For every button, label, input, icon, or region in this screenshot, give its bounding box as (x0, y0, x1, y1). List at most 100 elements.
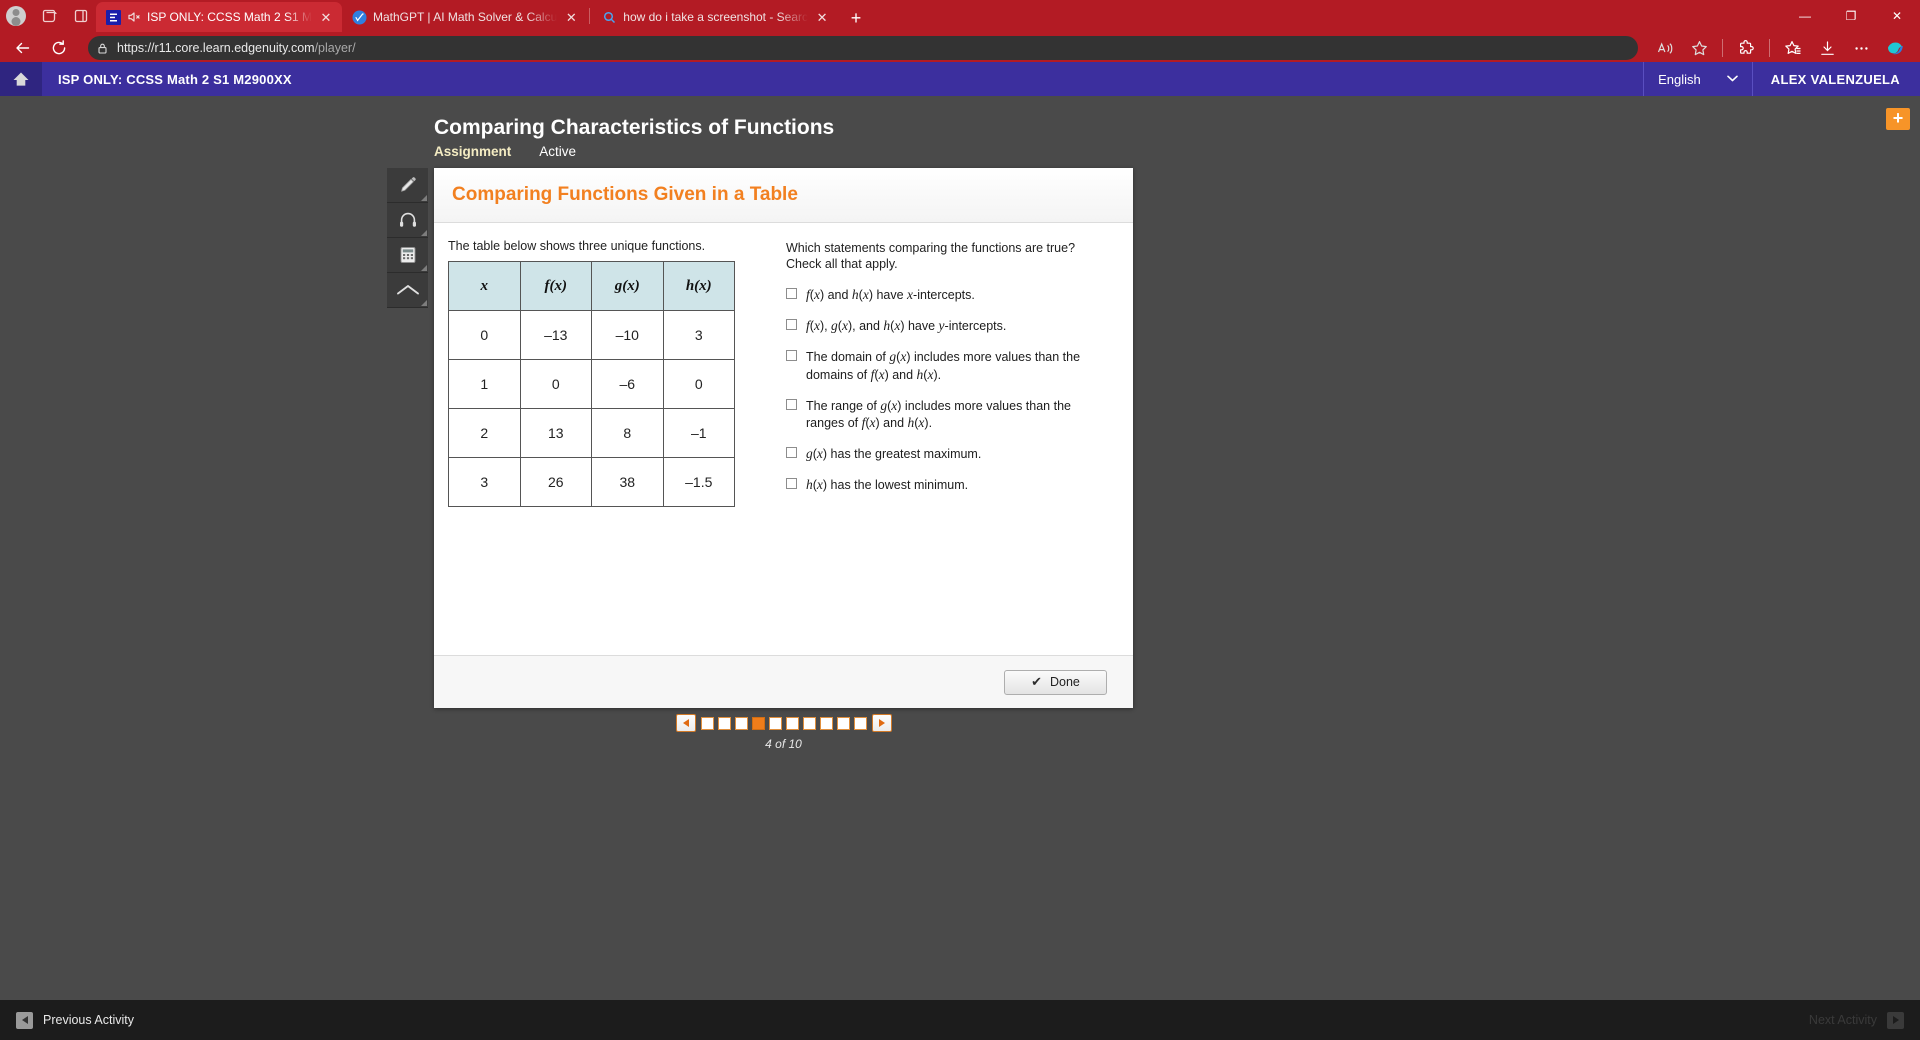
table-row: 2 13 8 –1 (448, 408, 735, 458)
reload-icon[interactable] (46, 35, 72, 61)
table-cell-r0c1: –13 (519, 310, 592, 360)
profile-avatar-icon[interactable] (6, 6, 26, 26)
new-tab-button[interactable]: + (842, 4, 870, 32)
arrow-left-icon (16, 1011, 33, 1029)
done-label: Done (1050, 675, 1080, 689)
tab-close-icon[interactable]: ✕ (318, 11, 334, 24)
split-screen-icon[interactable] (72, 7, 90, 25)
settings-more-icon[interactable] (1850, 37, 1872, 59)
maximize-button[interactable]: ❐ (1828, 0, 1874, 32)
pagination-prev-button[interactable] (675, 714, 696, 732)
pagination-step-3[interactable] (734, 716, 748, 730)
tab-title: how do i take a screenshot - Searc (623, 10, 809, 24)
table-cell-r1c3: 0 (662, 359, 735, 409)
headphones-icon[interactable] (387, 203, 428, 238)
search-icon (602, 10, 617, 25)
checkbox-icon[interactable] (786, 349, 797, 361)
tool-rail (387, 168, 428, 308)
option-label: The range of g(x) includes more values t… (806, 397, 1071, 431)
browser-tab-3[interactable]: how do i take a screenshot - Searc ✕ (592, 2, 838, 32)
language-selector[interactable]: English (1643, 62, 1753, 96)
collections-icon[interactable] (1782, 37, 1804, 59)
checkbox-icon[interactable] (786, 318, 797, 330)
collapse-up-icon[interactable] (387, 273, 428, 308)
question-text: Which statements comparing the functions… (786, 241, 1076, 271)
home-icon[interactable] (0, 62, 42, 96)
table-column: The table below shows three unique funct… (448, 239, 748, 655)
pagination-step-7[interactable] (802, 716, 816, 730)
header-right: English ALEX VALENZUELA (1643, 62, 1920, 96)
option-row-3[interactable]: The range of g(x) includes more values t… (786, 397, 1106, 433)
browser-tab-1[interactable]: ISP ONLY: CCSS Math 2 S1 M ✕ (96, 2, 342, 32)
checkbox-icon[interactable] (786, 288, 797, 299)
pagination-step-1[interactable] (700, 716, 714, 730)
pagination-step-6[interactable] (785, 716, 799, 730)
table-row: 0 –13 –10 3 (448, 310, 735, 360)
pagination-dots (700, 716, 867, 730)
card-header: Comparing Functions Given in a Table (434, 168, 1133, 223)
tab-mute-icon[interactable] (127, 10, 141, 24)
minimize-button[interactable]: — (1782, 0, 1828, 32)
workspaces-icon[interactable] (40, 7, 58, 25)
copilot-icon[interactable] (1884, 37, 1906, 59)
pencil-icon[interactable] (387, 168, 428, 203)
option-row-5[interactable]: h(x) has the lowest minimum. (786, 476, 1106, 494)
pagination-next-button[interactable] (871, 714, 892, 732)
card-heading: Comparing Functions Given in a Table (452, 184, 798, 205)
favorite-star-icon[interactable] (1688, 37, 1710, 59)
read-aloud-icon[interactable] (1654, 37, 1676, 59)
table-cell-r0c0: 0 (448, 310, 521, 360)
address-bar: https://r11.core.learn.edgenuity.com/pla… (0, 32, 1920, 64)
card-footer: ✔ Done (434, 655, 1133, 708)
option-row-4[interactable]: g(x) has the greatest maximum. (786, 445, 1106, 463)
option-row-2[interactable]: The domain of g(x) includes more values … (786, 348, 1106, 384)
browser-tab-2[interactable]: MathGPT | AI Math Solver & Calcu ✕ (342, 2, 587, 32)
pagination (434, 714, 1133, 732)
chevron-right-icon (878, 719, 885, 727)
lesson-subheader: Assignment Active (434, 144, 576, 159)
pagination-step-9[interactable] (836, 716, 850, 730)
intro-text: The table below shows three unique funct… (448, 239, 706, 253)
tab-close-icon[interactable]: ✕ (814, 11, 830, 24)
pagination-step-2[interactable] (717, 716, 731, 730)
pagination-step-10[interactable] (853, 716, 867, 730)
check-icon: ✔ (1031, 674, 1042, 689)
card-body: The table below shows three unique funct… (434, 223, 1133, 655)
page-title: Comparing Characteristics of Functions (434, 116, 835, 139)
edgenuity-icon (106, 9, 121, 25)
back-icon[interactable] (10, 35, 36, 61)
add-icon[interactable]: + (1886, 108, 1910, 130)
table-row: 1 0 –6 0 (448, 359, 735, 409)
extensions-icon[interactable] (1735, 37, 1757, 59)
assignment-label[interactable]: Assignment (434, 144, 511, 159)
user-name[interactable]: ALEX VALENZUELA (1753, 72, 1920, 87)
next-activity-label: Next Activity (1808, 1013, 1877, 1027)
lock-icon (96, 42, 109, 55)
option-row-0[interactable]: f(x) and h(x) have x-intercepts. (786, 286, 1106, 304)
checkbox-icon[interactable] (786, 478, 797, 490)
table-header-cell-2: g(x) (591, 261, 664, 311)
tab-divider (589, 8, 591, 24)
previous-activity-button[interactable]: Previous Activity (0, 1011, 150, 1029)
checkbox-icon[interactable] (786, 447, 797, 459)
tab-title: ISP ONLY: CCSS Math 2 S1 M (147, 10, 312, 24)
table-cell-r0c2: –10 (591, 310, 664, 360)
tab-close-icon[interactable]: ✕ (563, 11, 579, 24)
table-cell-r3c2: 38 (591, 457, 664, 507)
url-input[interactable]: https://r11.core.learn.edgenuity.com/pla… (88, 36, 1638, 60)
pagination-step-4[interactable] (751, 716, 765, 730)
pagination-step-8[interactable] (819, 716, 833, 730)
pagination-step-5[interactable] (768, 716, 782, 730)
option-row-1[interactable]: f(x), g(x), and h(x) have y-intercepts. (786, 317, 1106, 335)
table-cell-r1c1: 0 (519, 359, 592, 409)
calculator-icon[interactable] (387, 238, 428, 273)
downloads-icon[interactable] (1816, 37, 1838, 59)
option-label: h(x) has the lowest minimum. (806, 477, 969, 493)
close-window-button[interactable]: ✕ (1874, 0, 1920, 32)
done-button[interactable]: ✔ Done (1004, 669, 1107, 695)
toolbar-divider (1722, 39, 1723, 57)
tab-strip: ISP ONLY: CCSS Math 2 S1 M ✕ MathGPT | A… (0, 0, 1920, 32)
table-cell-r0c3: 3 (662, 310, 735, 360)
checkbox-icon[interactable] (786, 398, 797, 410)
tab-title: MathGPT | AI Math Solver & Calcu (372, 10, 558, 24)
